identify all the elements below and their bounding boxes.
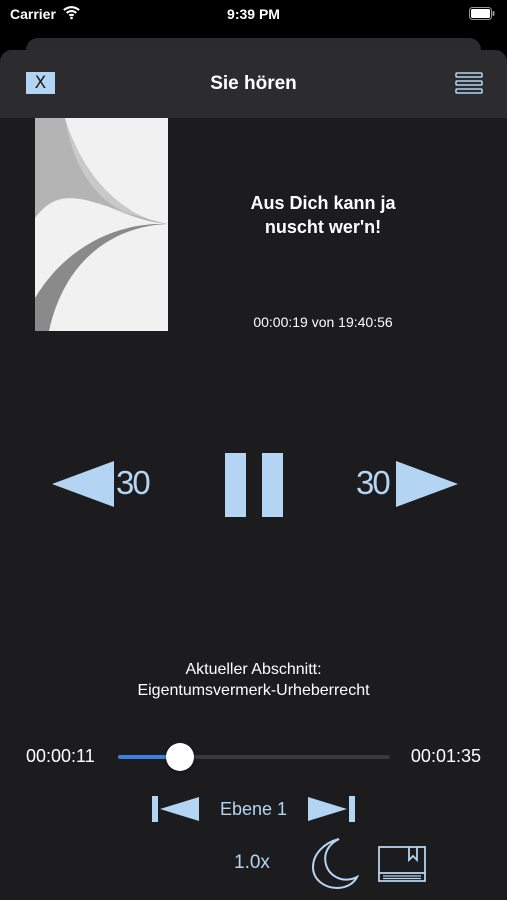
cover-image (35, 118, 168, 331)
section-name: Eigentumsvermerk-Urheberrecht (137, 682, 370, 699)
bookmark-book-icon[interactable] (377, 845, 427, 885)
forward-icon (396, 461, 458, 507)
status-bar: Carrier 9:39 PM (0, 0, 507, 30)
elapsed-time: 00:00:11 (26, 746, 95, 766)
menu-icon[interactable] (455, 71, 483, 95)
track-position: 00:00:19 von 19:40:56 (253, 314, 393, 330)
total-time: 00:01:35 (410, 746, 481, 766)
battery-icon (469, 7, 495, 20)
pause-icon (225, 453, 283, 517)
rewind-seconds: 30 (116, 464, 151, 501)
status-time: 9:39 PM (227, 6, 280, 22)
previous-level-button[interactable] (152, 796, 199, 822)
current-section: Aktueller Abschnitt: Eigentumsvermerk-Ur… (0, 659, 507, 701)
track-title: Aus Dich kann ja nuscht wer'n! (250, 193, 396, 237)
slider-thumb[interactable] (165, 743, 194, 771)
page-title: Sie hören (210, 73, 297, 94)
section-label: Aktueller Abschnitt: (185, 661, 322, 678)
nav-bar: X Sie hören (0, 50, 507, 118)
forward-seconds: 30 (356, 464, 391, 501)
progress-slider[interactable] (118, 743, 390, 771)
playback-speed-button[interactable]: 1.0x (234, 852, 270, 874)
rewind-button[interactable]: 30 (52, 456, 154, 512)
level-label: Ebene 1 (219, 799, 288, 819)
moon-icon[interactable] (309, 837, 359, 890)
next-level-icon (308, 796, 355, 822)
next-level-button[interactable] (308, 796, 355, 822)
player-sheet: X Sie hören Aus Dich kann ja nuscht wer'… (0, 50, 507, 900)
pause-button[interactable] (223, 453, 285, 517)
previous-level-icon (152, 796, 199, 822)
forward-button[interactable]: 30 (356, 456, 458, 512)
rewind-icon (52, 461, 114, 507)
